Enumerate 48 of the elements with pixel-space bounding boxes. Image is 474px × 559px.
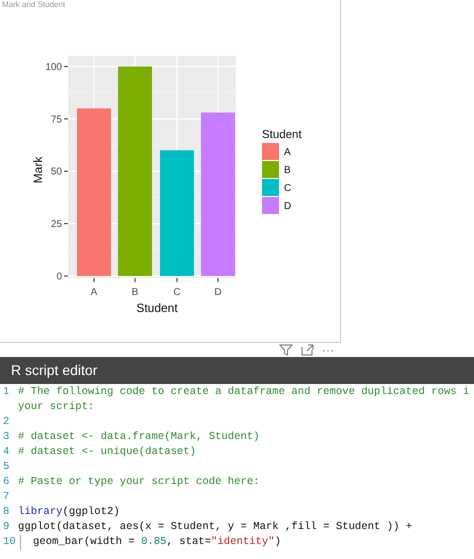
- code-line: ggplot(dataset, aes(x = Student, y = Mark ,fill = Student )) +: [18, 520, 412, 535]
- code-line: library(ggplot2): [18, 505, 120, 520]
- x-tick: D: [214, 278, 222, 298]
- y-tick-label: 75: [50, 114, 62, 126]
- visual-title: Mark and Student: [1, 0, 66, 10]
- x-tick-label: C: [173, 287, 181, 298]
- code-line: # dataset <- unique(dataset): [18, 445, 196, 460]
- y-tick: 0: [56, 272, 68, 282]
- x-axis-title: Student: [136, 301, 178, 315]
- y-tick: 50: [50, 166, 68, 178]
- line-number: 3: [2, 430, 10, 445]
- line-number: 1: [2, 385, 10, 400]
- legend-label: C: [284, 183, 292, 194]
- x-tick-label: A: [90, 287, 98, 298]
- line-number: 8: [2, 505, 10, 520]
- code-line: # Paste or type your script code here:: [18, 475, 260, 490]
- y-tick-label: 25: [50, 219, 62, 230]
- expand-icon[interactable]: [301, 344, 314, 356]
- code-line: # dataset <- data.frame(Mark, Student): [18, 430, 260, 445]
- x-tick: B: [132, 278, 138, 298]
- x-tick-label: D: [214, 287, 222, 298]
- code-line: # The following code to create a dataframe and remove duplicated rows i: [18, 385, 470, 400]
- y-tick-label: 0: [56, 272, 62, 282]
- y-tick-label: 100: [45, 62, 62, 73]
- line-number: 5: [2, 460, 10, 475]
- legend-label: A: [284, 147, 291, 158]
- legend-label: B: [284, 165, 291, 176]
- line-number: 10: [2, 535, 17, 550]
- line-number: 6: [2, 475, 10, 490]
- x-tick: A: [90, 278, 98, 298]
- line-number: 4: [2, 445, 10, 460]
- legend-title: Student: [262, 129, 302, 141]
- line-number: 2: [2, 415, 10, 430]
- filter-icon[interactable]: [279, 344, 293, 356]
- y-tick: 25: [50, 219, 68, 230]
- x-tick-label: B: [132, 287, 139, 298]
- x-tick: C: [173, 278, 181, 298]
- line-number: 7: [2, 490, 10, 505]
- code-line: your script:: [18, 400, 94, 415]
- code-line: geom_bar(width = 0.85, stat="identity"): [33, 535, 281, 550]
- y-tick: 75: [50, 114, 68, 126]
- y-tick: 100: [45, 62, 68, 73]
- y-tick-label: 50: [50, 166, 62, 178]
- legend-label: D: [284, 201, 292, 212]
- y-axis-title: Mark: [31, 156, 45, 184]
- line-number: 9: [2, 520, 10, 535]
- more-button[interactable]: ···: [322, 344, 334, 356]
- editor-title: R script editor: [11, 361, 98, 380]
